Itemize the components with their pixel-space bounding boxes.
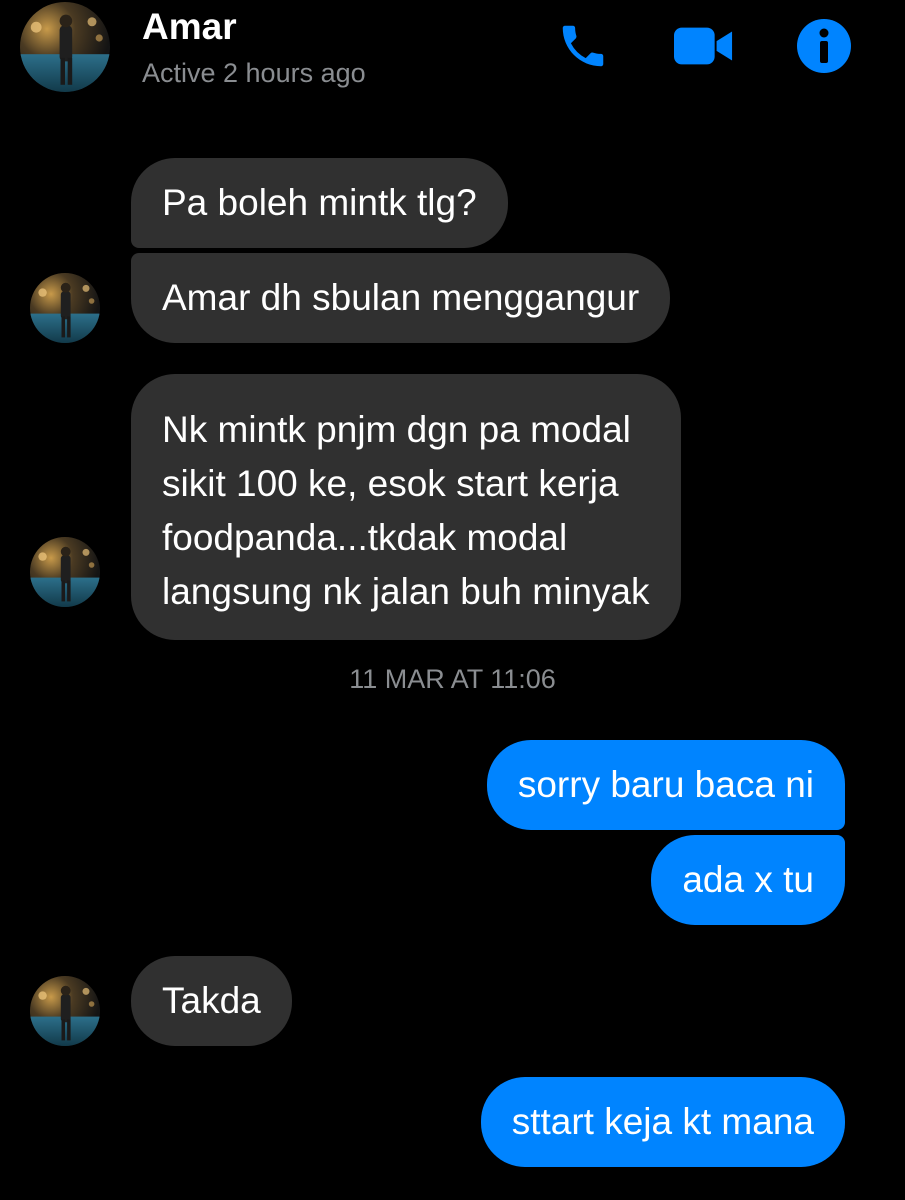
video-camera-icon: [674, 27, 733, 65]
outgoing-message-bubble[interactable]: sorry baru baca ni: [486, 740, 845, 830]
sender-avatar[interactable]: [30, 273, 100, 343]
incoming-message-bubble[interactable]: Amar dh sbulan menggangur: [131, 253, 671, 343]
phone-icon: [562, 25, 604, 67]
sender-avatar[interactable]: [30, 976, 100, 1046]
info-icon: [797, 19, 851, 73]
voice-call-button[interactable]: [553, 18, 613, 74]
avatar-photo: [30, 976, 100, 1046]
incoming-message-bubble[interactable]: Pa boleh mintk tlg?: [131, 158, 508, 248]
avatar-photo: [30, 537, 100, 607]
incoming-message-bubble[interactable]: Nk mintk pnjm dgn pa modal sikit 100 ke,…: [131, 374, 681, 640]
contact-avatar[interactable]: [20, 2, 110, 92]
sender-avatar[interactable]: [30, 537, 100, 607]
conversation-header: Amar Active 2 hours ago: [0, 0, 905, 110]
avatar-photo: [30, 273, 100, 343]
outgoing-message-bubble[interactable]: sttart keja kt mana: [480, 1077, 845, 1167]
contact-status: Active 2 hours ago: [142, 58, 366, 88]
outgoing-message-bubble[interactable]: ada x tu: [651, 835, 845, 925]
message-timestamp: 11 MAR AT 11:06: [349, 664, 556, 694]
avatar-photo: [20, 2, 110, 92]
video-call-button[interactable]: [674, 18, 734, 74]
incoming-message-bubble[interactable]: Takda: [131, 956, 292, 1046]
info-button[interactable]: [794, 18, 854, 74]
contact-name[interactable]: Amar: [142, 6, 237, 48]
